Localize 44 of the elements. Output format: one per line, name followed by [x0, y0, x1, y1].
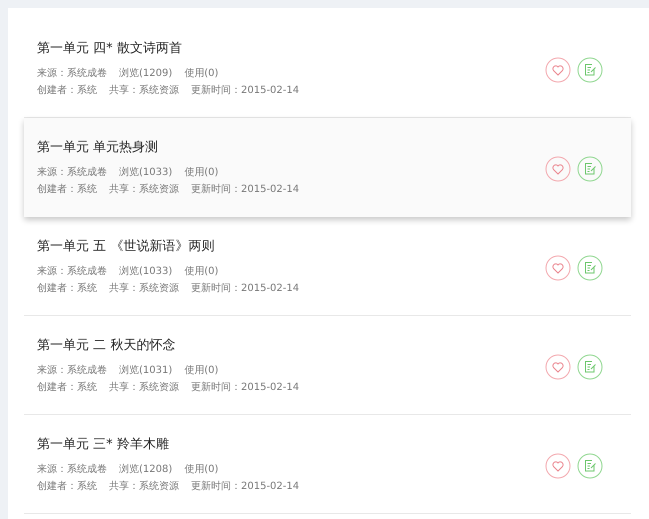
source-label: 来源：系统成卷 [37, 66, 107, 80]
view-count: 浏览(1033) [119, 264, 172, 278]
source-label: 来源：系统成卷 [37, 364, 107, 378]
source-label: 来源：系统成卷 [37, 264, 107, 278]
use-count: 使用(0) [184, 66, 218, 80]
creator-label: 创建者：系统 [37, 380, 97, 394]
update-date: 更新时间：2015-02-14 [191, 182, 300, 196]
item-title[interactable]: 第一单元 二 秋天的怀念 [37, 336, 176, 354]
use-count: 使用(0) [184, 264, 218, 278]
edit-icon[interactable] [577, 156, 603, 182]
creator-label: 创建者：系统 [37, 84, 97, 98]
edit-icon[interactable] [577, 57, 603, 83]
use-count: 使用(0) [184, 364, 218, 378]
list-item[interactable]: 第一单元 三* 羚羊木雕 来源：系统成卷 浏览(1208) 使用(0) 创建者：系统 共享：系统资源 更新时间：2015-02-14 [24, 415, 631, 514]
item-title[interactable]: 第一单元 五 《世说新语》两则 [37, 236, 214, 254]
share-label: 共享：系统资源 [109, 182, 179, 196]
update-date: 更新时间：2015-02-14 [191, 282, 300, 296]
creator-label: 创建者：系统 [37, 182, 97, 196]
share-label: 共享：系统资源 [109, 84, 179, 98]
edit-icon[interactable] [577, 453, 603, 479]
view-count: 浏览(1031) [119, 364, 172, 378]
update-date: 更新时间：2015-02-14 [191, 380, 300, 394]
item-title[interactable]: 第一单元 单元热身测 [37, 138, 158, 156]
update-date: 更新时间：2015-02-14 [191, 480, 300, 494]
list-item[interactable]: 第一单元 二 秋天的怀念 来源：系统成卷 浏览(1031) 使用(0) 创建者：系统 共享：系统资源 更新时间：2015-02-14 [24, 316, 631, 415]
edit-icon[interactable] [577, 255, 603, 281]
item-title[interactable]: 第一单元 四* 散文诗两首 [37, 38, 182, 56]
list-item[interactable]: 第一单元 单元热身测 来源：系统成卷 浏览(1033) 使用(0) 创建者：系统 共享：系统资源 更新时间：2015-02-14 [24, 118, 631, 217]
item-title[interactable]: 第一单元 三* 羚羊木雕 [37, 434, 169, 452]
use-count: 使用(0) [184, 462, 218, 476]
creator-label: 创建者：系统 [37, 480, 97, 494]
view-count: 浏览(1209) [119, 66, 172, 80]
use-count: 使用(0) [184, 166, 218, 180]
view-count: 浏览(1033) [119, 166, 172, 180]
share-label: 共享：系统资源 [109, 380, 179, 394]
edit-icon[interactable] [577, 354, 603, 380]
list-item[interactable]: 第一单元 五 《世说新语》两则 来源：系统成卷 浏览(1033) 使用(0) 创建者：系统 共享：系统资源 更新时间：2015-02-14 [24, 217, 631, 316]
update-date: 更新时间：2015-02-14 [191, 84, 300, 98]
share-label: 共享：系统资源 [109, 282, 179, 296]
view-count: 浏览(1208) [119, 462, 172, 476]
creator-label: 创建者：系统 [37, 282, 97, 296]
share-label: 共享：系统资源 [109, 480, 179, 494]
source-label: 来源：系统成卷 [37, 462, 107, 476]
source-label: 来源：系统成卷 [37, 166, 107, 180]
